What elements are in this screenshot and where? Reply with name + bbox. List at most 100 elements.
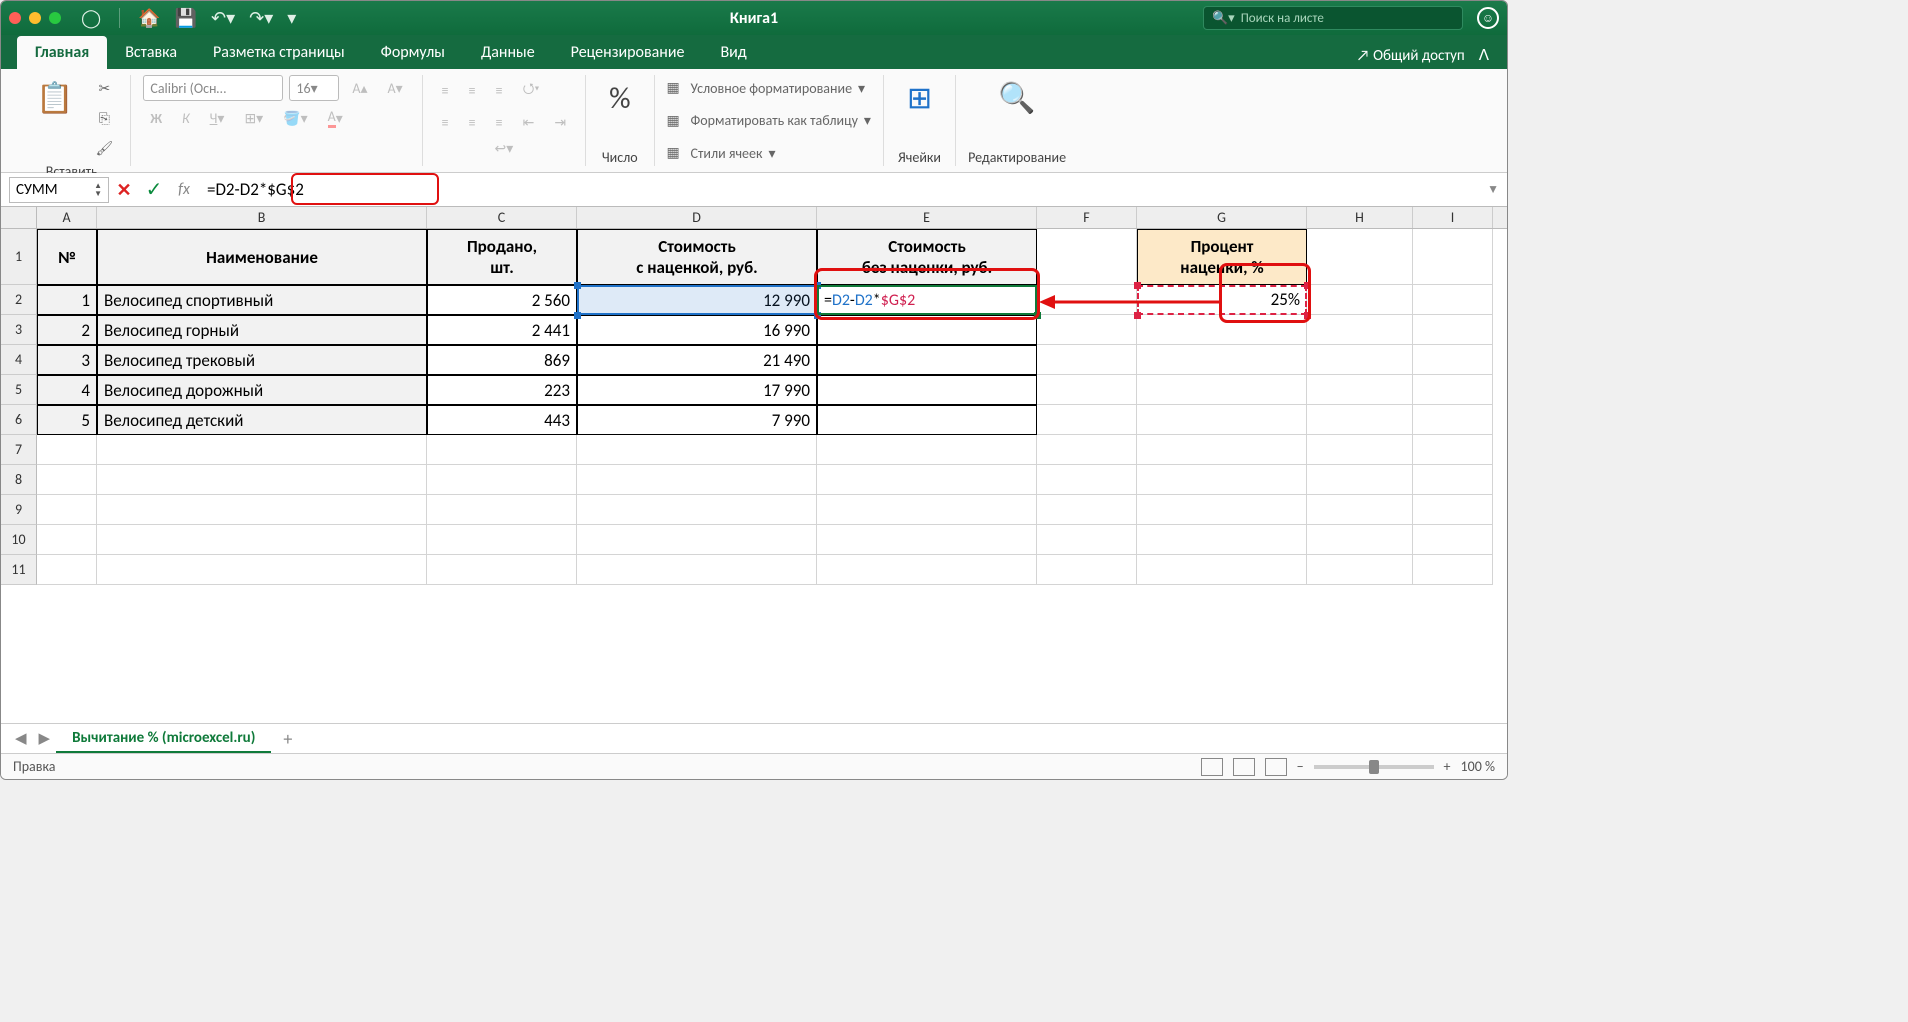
cell[interactable]: Велосипед дорожный xyxy=(97,375,427,405)
cell[interactable] xyxy=(1413,285,1493,315)
cell[interactable] xyxy=(1037,315,1137,345)
cell[interactable] xyxy=(427,495,577,525)
cell[interactable] xyxy=(577,495,817,525)
col-header[interactable]: C xyxy=(427,207,577,228)
format-painter-icon[interactable]: 🖌 xyxy=(90,135,118,161)
cell[interactable] xyxy=(1307,315,1413,345)
cell[interactable] xyxy=(1137,555,1307,585)
tab-review[interactable]: Рецензирование xyxy=(553,36,703,69)
close-button[interactable] xyxy=(9,12,21,24)
maximize-button[interactable] xyxy=(49,12,61,24)
col-header[interactable]: H xyxy=(1307,207,1413,228)
cell[interactable] xyxy=(37,465,97,495)
cells-icon[interactable]: ⊞ xyxy=(896,75,943,122)
indent-increase-icon[interactable]: ⇥ xyxy=(547,109,573,135)
cell[interactable] xyxy=(427,465,577,495)
increase-font-icon[interactable]: A▴ xyxy=(345,75,374,101)
cell[interactable]: 869 xyxy=(427,345,577,375)
cell[interactable] xyxy=(427,525,577,555)
share-button[interactable]: ↗ Общий доступ xyxy=(1356,47,1464,65)
cell[interactable] xyxy=(37,435,97,465)
cell[interactable] xyxy=(1037,375,1137,405)
formula-input[interactable]: =D2-D2*$G$2 xyxy=(199,179,312,200)
cell[interactable] xyxy=(1037,525,1137,555)
cell[interactable]: Велосипед детский xyxy=(97,405,427,435)
cell[interactable]: Велосипед трековый xyxy=(97,345,427,375)
cancel-formula-icon[interactable]: ✕ xyxy=(109,175,139,205)
fx-icon[interactable]: fx xyxy=(169,175,199,205)
cell[interactable]: 21 490 xyxy=(577,345,817,375)
cell[interactable] xyxy=(577,435,817,465)
cell[interactable] xyxy=(1413,405,1493,435)
cell[interactable] xyxy=(1137,495,1307,525)
cell[interactable] xyxy=(1137,375,1307,405)
cell[interactable] xyxy=(817,405,1037,435)
cell[interactable]: 223 xyxy=(427,375,577,405)
cell[interactable] xyxy=(817,315,1037,345)
home-icon[interactable]: 🏠 xyxy=(138,7,160,29)
tab-home[interactable]: Главная xyxy=(17,36,107,69)
cell[interactable] xyxy=(577,555,817,585)
cell[interactable]: 4 xyxy=(37,375,97,405)
row-header[interactable]: 4 xyxy=(1,345,37,375)
sheet-nav-next-icon[interactable]: ▶ xyxy=(33,729,57,748)
cell[interactable]: 2 560 xyxy=(427,285,577,315)
add-sheet-button[interactable]: + xyxy=(271,728,304,750)
format-as-table-button[interactable]: ▦Форматировать как таблицу ▾ xyxy=(667,108,871,134)
tab-formulas[interactable]: Формулы xyxy=(363,36,463,69)
borders-icon[interactable]: ⊞▾ xyxy=(237,105,270,131)
col-header[interactable]: F xyxy=(1037,207,1137,228)
cell[interactable] xyxy=(37,555,97,585)
cell[interactable] xyxy=(817,555,1037,585)
cell[interactable] xyxy=(1037,555,1137,585)
cell-g2[interactable]: 25% xyxy=(1137,285,1307,315)
customize-qa-icon[interactable]: ▾ xyxy=(287,7,296,29)
row-header[interactable]: 5 xyxy=(1,375,37,405)
fill-color-icon[interactable]: 🪣▾ xyxy=(276,105,314,131)
find-icon[interactable]: 🔍 xyxy=(987,75,1046,122)
cell[interactable] xyxy=(1037,435,1137,465)
cell[interactable] xyxy=(1137,525,1307,555)
decrease-font-icon[interactable]: A▾ xyxy=(381,75,410,101)
tab-data[interactable]: Данные xyxy=(463,36,553,69)
cell[interactable] xyxy=(1413,465,1493,495)
cell[interactable] xyxy=(1037,345,1137,375)
user-account-icon[interactable]: ☺ xyxy=(1477,7,1499,29)
cell[interactable]: Стоимость без наценки, руб. xyxy=(817,229,1037,285)
cell[interactable] xyxy=(817,465,1037,495)
zoom-slider[interactable] xyxy=(1314,765,1434,769)
cut-icon[interactable]: ✂ xyxy=(90,75,118,101)
col-header[interactable]: G xyxy=(1137,207,1307,228)
cell[interactable]: 12 990 xyxy=(577,285,817,315)
zoom-level[interactable]: 100 % xyxy=(1461,758,1495,775)
cell[interactable] xyxy=(1037,285,1137,315)
cell[interactable] xyxy=(1413,495,1493,525)
cell[interactable] xyxy=(37,525,97,555)
cell[interactable]: 16 990 xyxy=(577,315,817,345)
row-header[interactable]: 10 xyxy=(1,525,37,555)
align-top-icon[interactable]: ≡ xyxy=(435,75,456,105)
undo-icon[interactable]: ↶▾ xyxy=(211,7,235,29)
cell[interactable] xyxy=(1307,229,1413,285)
cell-e2[interactable]: =D2-D2*$G$2 xyxy=(817,285,1037,315)
col-header[interactable]: I xyxy=(1413,207,1493,228)
row-header[interactable]: 1 xyxy=(1,229,37,285)
col-header[interactable]: E xyxy=(817,207,1037,228)
cell[interactable] xyxy=(1307,405,1413,435)
tab-insert[interactable]: Вставка xyxy=(107,36,195,69)
cell[interactable] xyxy=(1307,555,1413,585)
cell[interactable] xyxy=(1413,435,1493,465)
save-icon[interactable]: 💾 xyxy=(175,7,197,29)
col-header[interactable]: A xyxy=(37,207,97,228)
cell[interactable]: Наименование xyxy=(97,229,427,285)
sheet-tab[interactable]: Вычитание % (microexcel.ru) xyxy=(56,725,271,753)
cell[interactable] xyxy=(97,435,427,465)
cell[interactable] xyxy=(97,465,427,495)
cell-styles-button[interactable]: ▦Стили ячеек ▾ xyxy=(667,140,776,166)
align-right-icon[interactable]: ≡ xyxy=(489,109,510,135)
row-header[interactable]: 9 xyxy=(1,495,37,525)
cell[interactable]: 443 xyxy=(427,405,577,435)
cell[interactable] xyxy=(817,525,1037,555)
row-header[interactable]: 7 xyxy=(1,435,37,465)
cell[interactable] xyxy=(817,495,1037,525)
